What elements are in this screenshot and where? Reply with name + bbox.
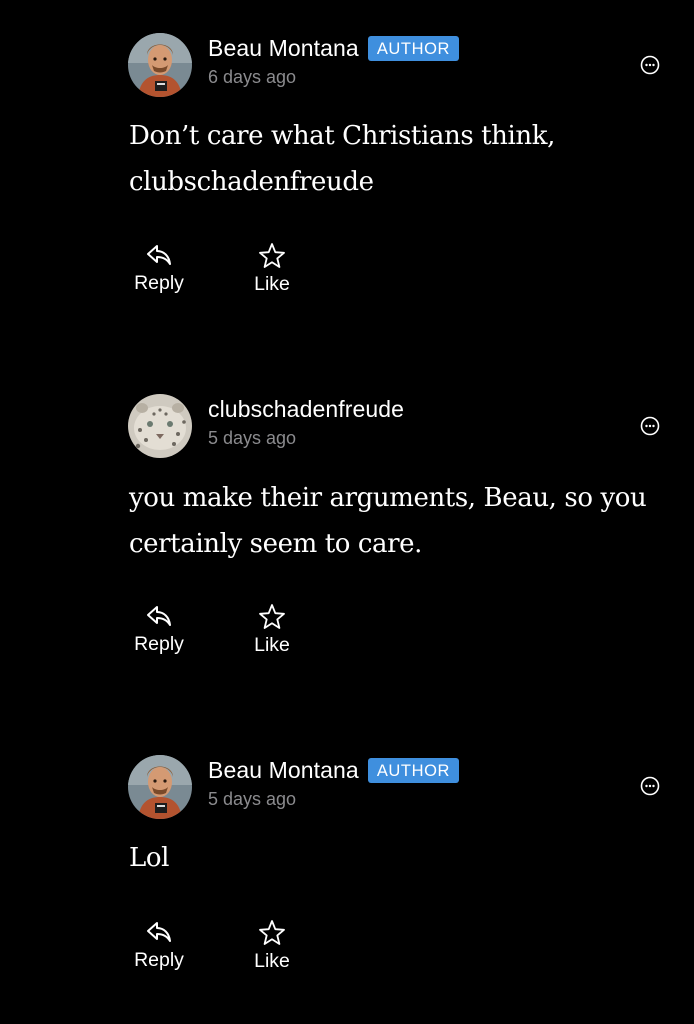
like-label: Like [254,273,290,295]
reply-icon [147,606,171,626]
author-line: Beau Montana AUTHOR [208,757,460,784]
author-badge: AUTHOR [367,758,460,783]
avatar[interactable] [128,33,192,97]
comment-body: you make their arguments, Beau, so you c… [129,483,647,559]
author-name[interactable]: clubschadenfreude [208,396,404,423]
comment-body: Lol [129,843,170,873]
timestamp: 5 days ago [208,428,297,448]
author-name[interactable]: Beau Montana [208,757,359,784]
like-button[interactable]: Like [232,603,312,657]
timestamp: 5 days ago [208,789,297,809]
more-options-button[interactable] [640,55,660,75]
avatar[interactable] [128,755,192,819]
like-button[interactable]: Like [232,242,312,296]
ellipsis-circle-icon [640,55,660,75]
star-icon [259,243,285,268]
ellipsis-circle-icon [640,776,660,796]
like-button[interactable]: Like [232,919,312,973]
reply-label: Reply [134,949,184,971]
reply-icon [147,245,171,265]
man-portrait-icon [128,755,192,819]
avatar[interactable] [128,394,192,458]
author-badge: AUTHOR [367,36,460,61]
author-line: clubschadenfreude [208,396,404,423]
ellipsis-circle-icon [640,416,660,436]
timestamp: 6 days ago [208,67,297,87]
reply-button[interactable]: Reply [119,241,199,295]
reply-label: Reply [134,272,184,294]
more-options-button[interactable] [640,416,660,436]
more-options-button[interactable] [640,776,660,796]
star-icon [259,920,285,945]
star-icon [259,604,285,629]
reply-icon [147,922,171,942]
reply-button[interactable]: Reply [119,918,199,972]
like-label: Like [254,634,290,656]
snow-leopard-icon [128,394,192,458]
reply-button[interactable]: Reply [119,602,199,656]
reply-label: Reply [134,633,184,655]
author-line: Beau Montana AUTHOR [208,35,460,62]
author-name[interactable]: Beau Montana [208,35,359,62]
like-label: Like [254,950,290,972]
comment-body: Don’t care what Christians think, clubsc… [129,121,555,197]
man-portrait-icon [128,33,192,97]
